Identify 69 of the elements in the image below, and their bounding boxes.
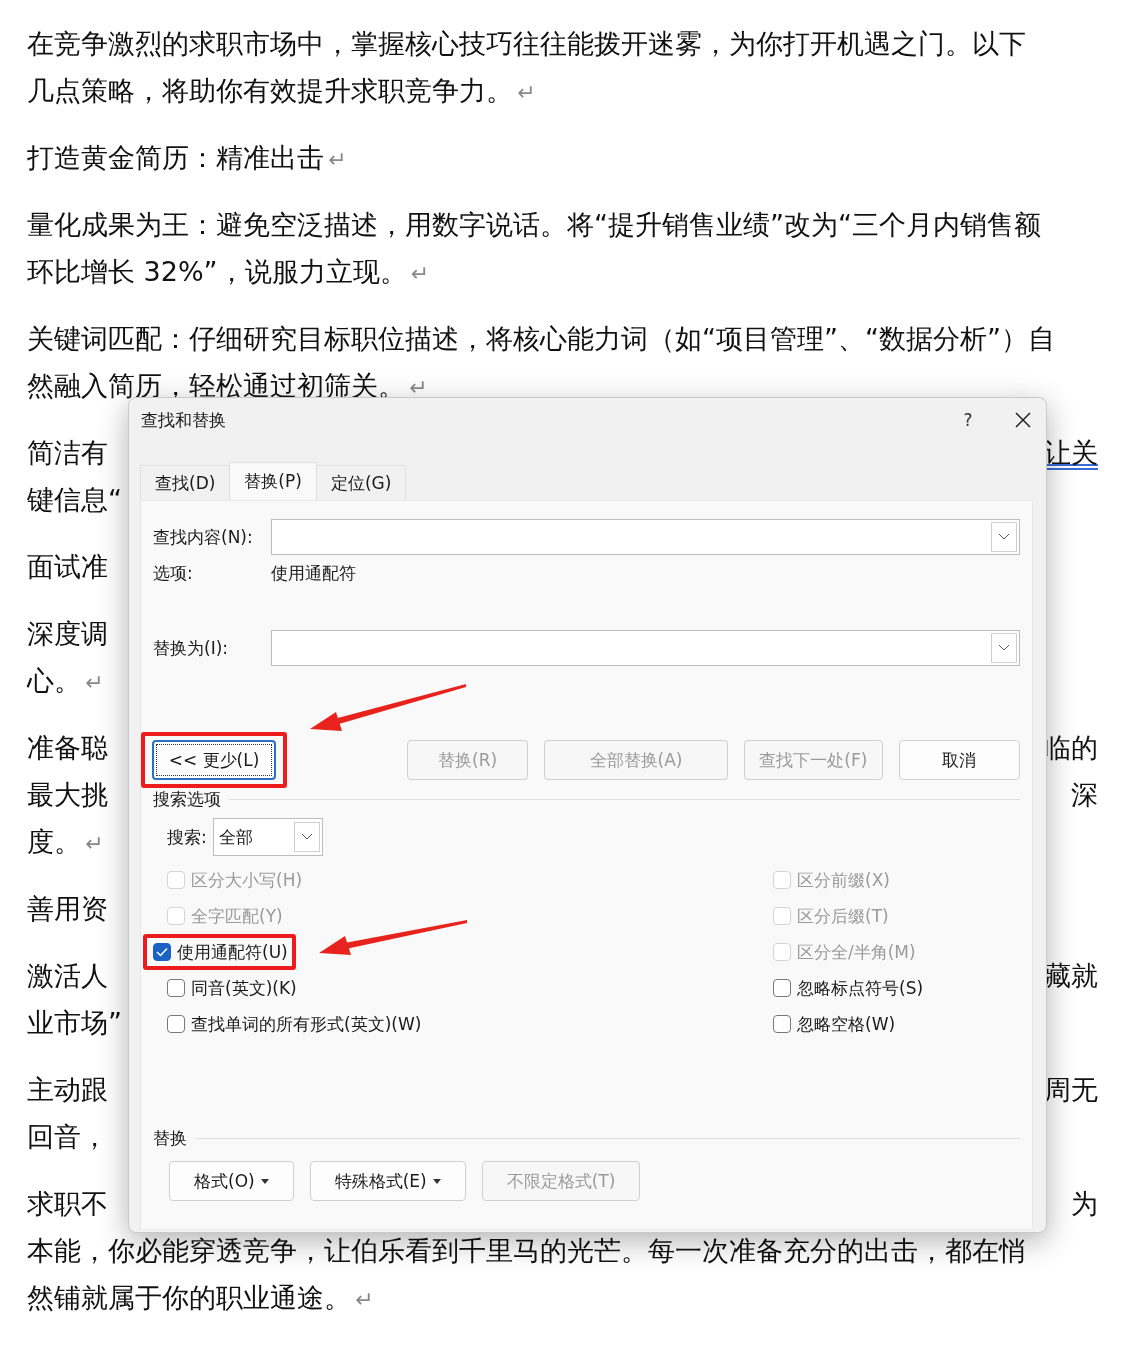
body-text: 让关 bbox=[1044, 436, 1098, 470]
field-label: 搜索: bbox=[167, 825, 207, 849]
body-text: 度。 bbox=[27, 826, 81, 857]
group-title: 搜索选项 bbox=[153, 787, 221, 811]
window-title: 查找和替换 bbox=[141, 408, 227, 432]
body-text: 藏就 bbox=[1044, 959, 1098, 993]
body-text: 业市场” bbox=[27, 1007, 122, 1038]
tab[interactable]: 查找(D) bbox=[140, 465, 231, 500]
find-field[interactable] bbox=[271, 519, 1020, 555]
body-text: 心。 bbox=[27, 665, 81, 696]
body-text: 然铺就属于你的职业通途。 bbox=[27, 1282, 351, 1313]
replace-field[interactable] bbox=[271, 630, 1020, 666]
field-label: 选项: bbox=[153, 561, 194, 585]
checkbox[interactable]: 忽略标点符号(S) bbox=[759, 970, 924, 1006]
body-text: 为 bbox=[1071, 1187, 1098, 1221]
tab[interactable]: 替换(P) bbox=[229, 462, 317, 500]
body-text: 打造黄金简历：精准出击 bbox=[27, 142, 324, 173]
body-text: 环比增长 32%”，说服力立现。 bbox=[27, 256, 407, 287]
body-text: 主动跟 bbox=[27, 1074, 108, 1105]
search-dropdown[interactable]: 全部 bbox=[212, 818, 323, 856]
help-button[interactable]: ? bbox=[948, 410, 988, 430]
paragraph-mark: ↵ bbox=[85, 831, 104, 856]
body-text: 求职不 bbox=[27, 1188, 108, 1219]
field-label: 查找内容(N): bbox=[153, 525, 254, 549]
checkbox-box[interactable] bbox=[167, 1015, 185, 1033]
checkbox-box[interactable] bbox=[153, 943, 171, 961]
paragraph-mark: ↵ bbox=[355, 1287, 374, 1312]
checkbox[interactable]: 同音(英文)(K) bbox=[153, 970, 297, 1006]
body-text: 几点策略，将助你有效提升求职竞争力。 bbox=[27, 75, 513, 106]
options-value: 使用通配符 bbox=[271, 561, 356, 585]
chevron-icon bbox=[300, 833, 313, 841]
body-text: 键信息“ bbox=[27, 484, 122, 515]
body-text: 激活人 bbox=[27, 960, 108, 991]
chevron-icon bbox=[998, 644, 1010, 652]
checkbox[interactable]: 忽略空格(W) bbox=[759, 1006, 896, 1042]
checkbox-box[interactable] bbox=[773, 979, 791, 997]
body-text: 最大挑 bbox=[27, 779, 108, 810]
body-text: 周无 bbox=[1044, 1073, 1098, 1107]
body-text: 关键词匹配：仔细研究目标职位描述，将核心能力词（如“项目管理”、“数据分析”）自 bbox=[27, 323, 1055, 354]
paragraph-mark: ↵ bbox=[409, 375, 428, 400]
checkbox-box[interactable] bbox=[773, 1015, 791, 1033]
body-text: 深度调 bbox=[27, 618, 108, 649]
dialog-button[interactable]: 取消 bbox=[898, 740, 1020, 780]
body-text: 本能，你必能穿透竞争，让伯乐看到千里马的光芒。每一次准备充分的出击，都在悄 bbox=[27, 1235, 1026, 1266]
body-text: 面试准 bbox=[27, 551, 108, 582]
body-text: 善用资 bbox=[27, 893, 108, 924]
paragraph-mark: ↵ bbox=[517, 80, 536, 105]
checkbox[interactable]: 查找单词的所有形式(英文)(W) bbox=[153, 1006, 422, 1042]
tab[interactable]: 定位(G) bbox=[315, 465, 407, 500]
checkbox[interactable]: 使用通配符(U) bbox=[147, 938, 288, 966]
caret-icon bbox=[432, 1178, 441, 1184]
field-label: 替换为(I): bbox=[153, 636, 229, 660]
body-text: 回音， bbox=[27, 1121, 108, 1152]
body-text: 量化成果为王：避免空泛描述，用数字说话。将“提升销售业绩”改为“三个月内销售额 bbox=[27, 209, 1041, 240]
paragraph-mark: ↵ bbox=[328, 147, 347, 172]
caret-icon bbox=[260, 1178, 269, 1184]
body-text: 在竞争激烈的求职市场中，掌握核心技巧往往能拨开迷雾，为你打开机遇之门。以下 bbox=[27, 28, 1026, 59]
body-text: 深 bbox=[1071, 778, 1098, 812]
body-text: 准备聪 bbox=[27, 732, 108, 763]
paragraph-mark: ↵ bbox=[85, 670, 104, 695]
group-title: 替换 bbox=[153, 1126, 187, 1150]
paragraph-mark: ↵ bbox=[410, 261, 430, 286]
chevron-icon bbox=[998, 533, 1010, 541]
checkbox-box[interactable] bbox=[167, 979, 185, 997]
close-icon bbox=[1015, 412, 1031, 428]
dialog-button[interactable]: << 更少(L) bbox=[152, 740, 276, 780]
format-button[interactable]: 特殊格式(E) bbox=[309, 1161, 466, 1201]
body-text: 简洁有 bbox=[27, 437, 108, 468]
format-button[interactable]: 格式(O) bbox=[169, 1161, 294, 1201]
